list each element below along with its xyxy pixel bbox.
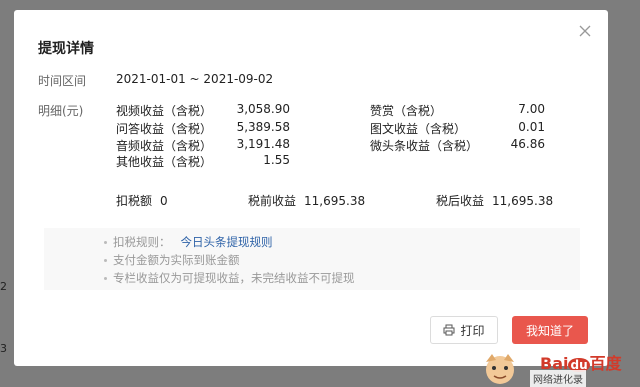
aftertax-value: 11,695.38: [492, 194, 554, 208]
income-name: 其他收益（含税）: [116, 155, 213, 169]
aftertax-label: 税后收益: [436, 194, 485, 208]
income-name: 图文收益（含税）: [370, 122, 467, 136]
rules-box: 扣税规则： 今日头条提现规则 支付金额为实际到账金额 专栏收益仅为可提现收益，未完…: [44, 228, 580, 290]
rule-text: 支付金额为实际到账金额: [113, 253, 240, 267]
pretax-value: 11,695.38: [304, 194, 366, 208]
income-item: 图文收益（含税） 0.01: [370, 120, 545, 136]
printer-icon: [443, 324, 455, 336]
tax-label: 扣税额: [116, 194, 153, 208]
bullet-dot: [104, 277, 107, 280]
close-icon[interactable]: [578, 23, 592, 37]
income-name: 赞赏（含税）: [370, 104, 443, 118]
print-button[interactable]: 打印: [430, 316, 498, 344]
date-range-value: 2021-01-01 ~ 2021-09-02: [116, 72, 274, 86]
bullet-dot: [104, 259, 107, 262]
income-item: 赞赏（含税） 7.00: [370, 102, 545, 118]
income-value: 0.01: [518, 120, 545, 134]
pretax-label: 税前收益: [248, 194, 297, 208]
income-value: 5,389.58: [236, 120, 290, 134]
rule-line: 扣税规则： 今日头条提现规则: [104, 234, 273, 250]
income-value: 46.86: [510, 137, 545, 151]
baidu-watermark: Bai du 百度 网络进化录: [478, 348, 640, 387]
pretax-income: 税前收益 11,695.38: [248, 192, 365, 209]
income-name: 视频收益（含税）: [116, 104, 213, 118]
income-value: 3,058.90: [236, 102, 290, 116]
withdrawal-detail-modal: 提现详情 时间区间 2021-01-01 ~ 2021-09-02 明细(元) …: [14, 10, 608, 366]
rule-line: 专栏收益仅为可提现收益，未完结收益不可提现: [104, 270, 355, 286]
income-item: 音频收益（含税） 3,191.48: [116, 137, 290, 153]
income-value: 7.00: [518, 102, 545, 116]
income-name: 微头条收益（含税）: [370, 139, 479, 153]
income-item: 视频收益（含税） 3,058.90: [116, 102, 290, 118]
modal-title: 提现详情: [38, 41, 94, 57]
date-range-row: 时间区间 2021-01-01 ~ 2021-09-02: [38, 72, 273, 89]
logo-cn: 百度: [589, 354, 622, 373]
tax-value: 0: [160, 194, 168, 208]
income-value: 3,191.48: [236, 137, 290, 151]
rule-link[interactable]: 今日头条提现规则: [181, 235, 273, 249]
rule-text: 专栏收益仅为可提现收益，未完结收益不可提现: [113, 271, 355, 285]
detail-label: 明细(元): [38, 104, 84, 118]
tax-amount: 扣税额 0: [116, 192, 168, 209]
income-item: 微头条收益（含税） 46.86: [370, 137, 545, 153]
date-label: 时间区间: [38, 74, 87, 88]
mascot-icon: [486, 354, 514, 384]
income-name: 问答收益（含税）: [116, 122, 213, 136]
income-item: 其他收益（含税） 1.55: [116, 153, 290, 169]
background-mark: 2: [0, 280, 7, 293]
aftertax-income: 税后收益 11,695.38: [436, 192, 553, 209]
income-value: 1.55: [263, 153, 290, 167]
bullet-dot: [104, 241, 107, 244]
watermark-caption: 网络进化录: [530, 370, 586, 387]
rule-label: 扣税规则：: [113, 235, 171, 249]
income-name: 音频收益（含税）: [116, 139, 213, 153]
income-item: 问答收益（含税） 5,389.58: [116, 120, 290, 136]
background-mark: 3: [0, 342, 7, 355]
ok-button[interactable]: 我知道了: [512, 316, 588, 344]
print-button-label: 打印: [460, 323, 485, 338]
rule-line: 支付金额为实际到账金额: [104, 252, 240, 268]
